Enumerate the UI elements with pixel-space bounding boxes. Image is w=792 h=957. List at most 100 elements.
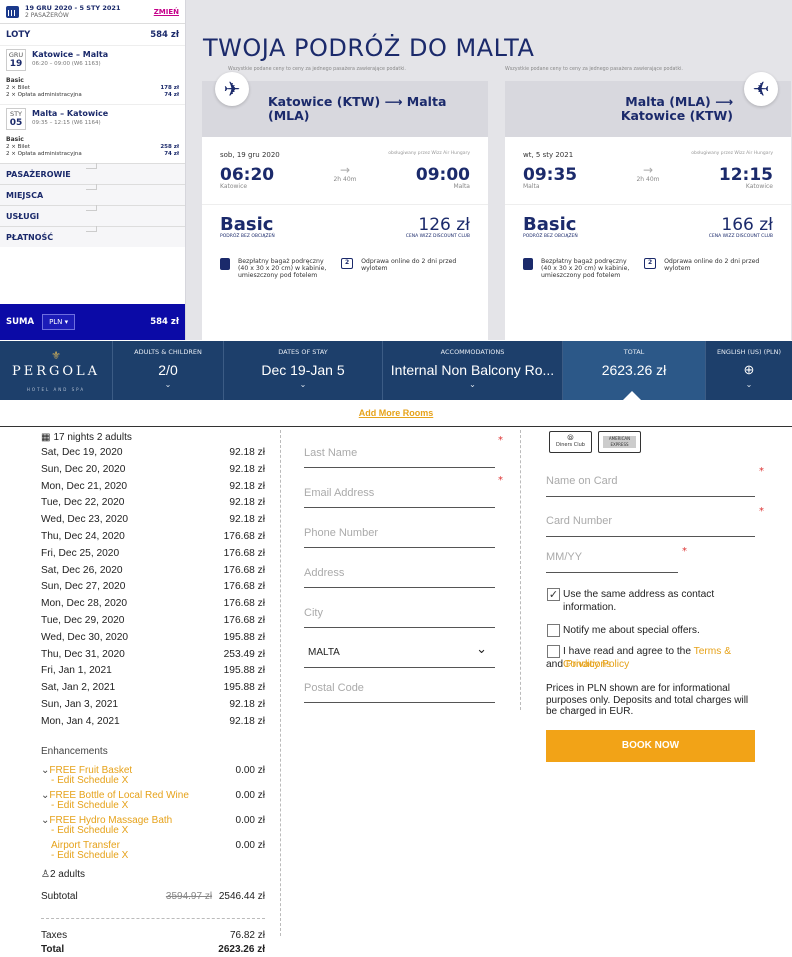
- fare-sub: PODRÓŻ BEZ OBCIĄŻEŃ: [523, 234, 578, 239]
- night-row: Thu, Dec 31, 2020 253.49 zł: [41, 647, 265, 664]
- caret-down-icon: ▾: [64, 318, 69, 326]
- card-brand: AMERICAN EXPRESS: [603, 436, 636, 448]
- chevron-down-icon: ⌄: [745, 380, 753, 389]
- destination-city: Malta: [453, 183, 470, 190]
- enhancement-price: 0.00 zł: [235, 789, 265, 801]
- booking-summary-sidebar: 19 GRU 2020 - 5 STY 2021 2 PASAŻERÓW ZMIE…: [0, 0, 186, 340]
- enhancement-name[interactable]: FREE Fruit Basket: [49, 765, 132, 776]
- inbound-fare: Basic: [6, 136, 24, 143]
- duration: 2h 40m: [636, 176, 660, 183]
- currency-select[interactable]: PLN ▾: [42, 314, 76, 330]
- last-name-field[interactable]: Last Name: [304, 431, 495, 468]
- accommodations-selector[interactable]: ACCOMMODATIONS Internal Non Balcony Ro...…: [382, 341, 562, 400]
- book-now-button[interactable]: BOOK NOW: [546, 730, 755, 762]
- dates-selector[interactable]: DATES OF STAY Dec 19-Jan 5 ⌄: [223, 341, 382, 400]
- header-value: Dec 19-Jan 5: [261, 362, 345, 378]
- section-passengers[interactable]: PASAŻEROWIE: [0, 163, 185, 184]
- inbound-month: STY: [9, 110, 23, 118]
- plane-icon: ✈: [215, 72, 249, 106]
- nights-summary: 17 nights 2 adults: [53, 432, 132, 443]
- agree-label-cont: and Privacy Policy: [546, 659, 629, 672]
- add-more-rooms-link[interactable]: Add More Rooms: [0, 408, 792, 418]
- inbound-fee-price: 74 zł: [164, 151, 179, 157]
- fare-sub: PODRÓŻ BEZ OBCIĄŻEŃ: [220, 234, 275, 239]
- agree-checkbox[interactable]: [547, 645, 560, 658]
- night-date: Sun, Dec 27, 2020: [41, 581, 126, 593]
- section-payment[interactable]: PŁATNOŚĆ: [0, 226, 185, 247]
- night-date: Mon, Dec 21, 2020: [41, 480, 128, 492]
- outbound-fee-price: 74 zł: [164, 92, 179, 98]
- same-address-checkbox[interactable]: ✓: [547, 588, 560, 601]
- required-marker: *: [759, 466, 764, 477]
- name-on-card-field[interactable]: Name on Card: [546, 460, 755, 497]
- night-date: Mon, Jan 4, 2021: [41, 715, 120, 727]
- night-row: Tue, Dec 22, 2020 92.18 zł: [41, 495, 265, 512]
- pergola-logo[interactable]: ⚜ PERGOLA HOTEL AND SPA: [0, 341, 112, 400]
- language-selector[interactable]: ENGLISH (US) (PLN) ⊕ ⌄: [705, 341, 792, 400]
- fare-price: 166 zł: [721, 215, 773, 235]
- edit-schedule-link[interactable]: - Edit Schedule X: [41, 850, 191, 861]
- total-label: Total: [41, 943, 65, 955]
- change-link[interactable]: ZMIEŃ: [154, 8, 179, 16]
- feature-bag: Bezpłatny bagaż podręczny (40 x 30 x 20 …: [541, 258, 630, 279]
- night-date: Mon, Dec 28, 2020: [41, 598, 128, 610]
- section-services[interactable]: USŁUGI: [0, 205, 185, 226]
- inbound-fee: 2 × Opłata administracyjna: [6, 151, 82, 157]
- night-row: Mon, Dec 21, 2020 92.18 zł: [41, 479, 265, 496]
- required-marker: *: [498, 475, 503, 486]
- fare-price: 126 zł: [418, 215, 470, 235]
- inbound-ticket: 2 × Bilet: [6, 144, 30, 150]
- night-row: Sat, Dec 26, 2020 176.68 zł: [41, 563, 265, 580]
- night-row: Tue, Dec 29, 2020 176.68 zł: [41, 613, 265, 630]
- email-field[interactable]: Email Address: [304, 471, 495, 508]
- section-seats[interactable]: MIEJSCA: [0, 184, 185, 205]
- night-date: Tue, Dec 22, 2020: [41, 497, 125, 509]
- address-field[interactable]: Address: [304, 551, 495, 588]
- phone-field[interactable]: Phone Number: [304, 511, 495, 548]
- night-row: Fri, Dec 25, 2020 176.68 zł: [41, 546, 265, 563]
- palm-icon: ⚜: [51, 348, 61, 362]
- notify-checkbox[interactable]: [547, 624, 560, 637]
- card-number-field[interactable]: Card Number: [546, 500, 755, 537]
- night-date: Fri, Jan 1, 2021: [41, 665, 112, 677]
- expiry-field[interactable]: MM/YY: [546, 536, 678, 573]
- edit-schedule-link[interactable]: - Edit Schedule X: [41, 775, 191, 786]
- required-marker: *: [682, 546, 687, 557]
- enhancement-price: 0.00 zł: [235, 839, 265, 851]
- city-field[interactable]: City: [304, 591, 495, 628]
- adults-children-selector[interactable]: ADULTS & CHILDREN 2/0 ⌄: [112, 341, 223, 400]
- prices-note: Prices in PLN shown are for informationa…: [546, 683, 749, 717]
- night-price: 176.68 zł: [223, 564, 265, 576]
- night-price: 92.18 zł: [229, 514, 265, 526]
- enhancement-name[interactable]: FREE Bottle of Local Red Wine: [49, 790, 189, 801]
- outbound-route: Katowice – Malta: [32, 50, 109, 59]
- enhancement-name[interactable]: FREE Hydro Massage Bath: [49, 815, 172, 826]
- night-price: 253.49 zł: [223, 648, 265, 660]
- privacy-link[interactable]: Privacy Policy: [566, 659, 629, 670]
- night-date: Sun, Dec 20, 2020: [41, 463, 126, 475]
- night-row: Wed, Dec 30, 2020 195.88 zł: [41, 630, 265, 647]
- chevron-down-icon: ⌄: [299, 380, 307, 389]
- divider: [520, 430, 521, 710]
- suma-total: 584 zł: [150, 317, 179, 327]
- edit-schedule-link[interactable]: - Edit Schedule X: [41, 825, 191, 836]
- postal-code-field[interactable]: Postal Code: [304, 666, 495, 703]
- night-date: Sat, Dec 26, 2020: [41, 564, 123, 576]
- feature-checkin: Odprawa online do 2 dni przed wylotem: [361, 258, 457, 272]
- header-label: DATES OF STAY: [278, 348, 328, 356]
- edit-schedule-link[interactable]: - Edit Schedule X: [41, 800, 191, 811]
- departure-time: 06:20: [220, 165, 275, 185]
- price-note: Wszystkie podane ceny to ceny za jednego…: [228, 67, 406, 72]
- country-select[interactable]: MALTA: [304, 631, 495, 668]
- enhancement-name[interactable]: Airport Transfer: [51, 840, 120, 851]
- night-date: Sat, Jan 2, 2021: [41, 682, 116, 694]
- wizz-booking-panel: 19 GRU 2020 - 5 STY 2021 2 PASAŻERÓW ZMIE…: [0, 0, 792, 340]
- header-value: 2/0: [158, 362, 178, 378]
- adults-count: 2 adults: [49, 868, 85, 880]
- night-date: Wed, Dec 30, 2020: [41, 631, 129, 643]
- night-date: Thu, Dec 31, 2020: [41, 648, 125, 660]
- chevron-down-icon: ⌄: [469, 380, 476, 389]
- enhancement-price: 0.00 zł: [235, 814, 265, 826]
- flights-header: LOTY 584 zł: [0, 24, 185, 46]
- operator: obsługiwany przez Wizz Air Hungary: [388, 151, 470, 156]
